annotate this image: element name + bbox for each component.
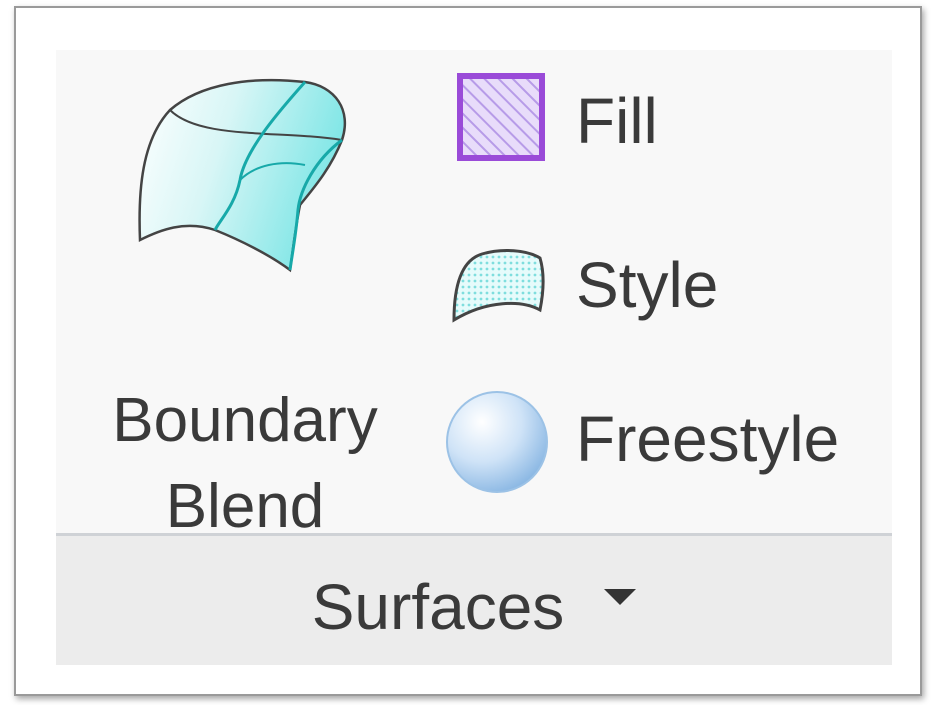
freestyle-button[interactable]: Freestyle	[442, 384, 882, 494]
style-label: Style	[576, 249, 719, 321]
freestyle-label: Freestyle	[576, 403, 840, 475]
caret-down-icon	[604, 588, 637, 605]
fill-button[interactable]: Fill	[442, 66, 882, 176]
boundary-blend-label: Boundary Blend	[80, 378, 410, 550]
boundary-blend-icon	[138, 78, 347, 273]
surfaces-group-title: Surfaces	[311, 570, 565, 643]
fill-icon	[457, 73, 545, 161]
surfaces-group-footer[interactable]: Surfaces	[56, 533, 892, 665]
boundary-blend-button[interactable]: Boundary Blend	[80, 60, 410, 541]
freestyle-icon	[446, 391, 548, 493]
fill-label: Fill	[576, 85, 658, 157]
boundary-blend-label-line1: Boundary	[112, 386, 378, 455]
style-button[interactable]: Style	[442, 230, 882, 340]
style-icon	[452, 249, 545, 323]
